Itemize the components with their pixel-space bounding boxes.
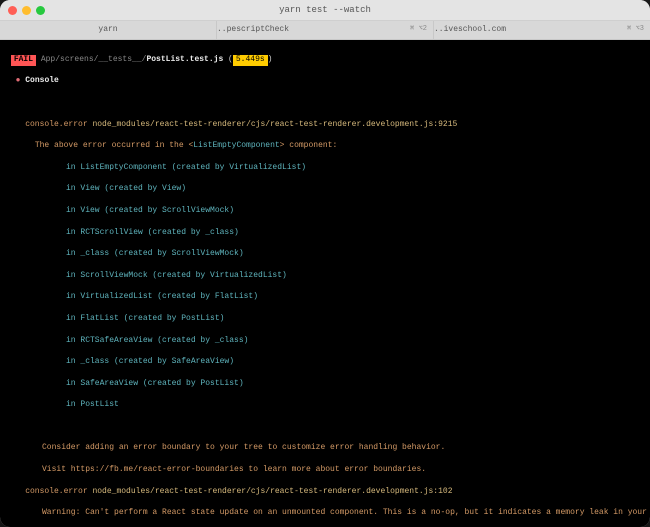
console-label: Console bbox=[25, 76, 59, 85]
stack-line: in FlatList (created by PostList) bbox=[6, 314, 644, 325]
tab-label: ..iveschool.com bbox=[434, 25, 506, 36]
warning-line: Warning: Can't perform a React state upd… bbox=[6, 508, 644, 519]
test-duration-badge: 5.449s bbox=[233, 55, 268, 66]
stack-line: in _class (created by SafeAreaView) bbox=[6, 357, 644, 368]
tab-iveschool[interactable]: ..iveschool.com ⌘ ⌥3 bbox=[434, 21, 650, 39]
console-error-src: console.error node_modules/react-test-re… bbox=[6, 487, 644, 498]
tab-yarn[interactable]: yarn bbox=[0, 21, 217, 39]
fail-line: FAIL App/screens/__tests__/PostList.test… bbox=[6, 55, 644, 66]
stack-line: in ListEmptyComponent (created by Virtua… bbox=[6, 163, 644, 174]
stack-line: in View (created by ScrollViewMock) bbox=[6, 206, 644, 217]
stack-line: in RCTSafeAreaView (created by _class) bbox=[6, 336, 644, 347]
terminal-output[interactable]: FAIL App/screens/__tests__/PostList.test… bbox=[0, 40, 650, 527]
fail-path: App/screens/__tests__/ bbox=[36, 55, 146, 64]
stack-line: in View (created by View) bbox=[6, 184, 644, 195]
error-hint: Visit https://fb.me/react-error-boundari… bbox=[6, 465, 644, 476]
stack-line: in SafeAreaView (created by PostList) bbox=[6, 379, 644, 390]
tab-label: ..pescriptCheck bbox=[217, 25, 289, 36]
console-error-file: node_modules/react-test-renderer/cjs/rea… bbox=[92, 120, 457, 129]
tab-kbd: ⌘ ⌥2 bbox=[410, 25, 433, 34]
error-hint: Consider adding an error boundary to you… bbox=[6, 443, 644, 454]
stack-line: in RCTScrollView (created by _class) bbox=[6, 228, 644, 239]
tab-pescriptcheck[interactable]: ..pescriptCheck ⌘ ⌥2 bbox=[217, 21, 434, 39]
tab-label: yarn bbox=[98, 25, 117, 36]
console-header: ● Console bbox=[6, 76, 644, 87]
console-error-src: console.error node_modules/react-test-re… bbox=[6, 120, 644, 131]
tab-kbd-hint: ⌘ ⌥2 bbox=[410, 25, 427, 34]
window-title: yarn test --watch bbox=[0, 4, 650, 16]
stack-line: in PostList bbox=[6, 400, 644, 411]
tab-kbd-hint: ⌘ ⌥3 bbox=[627, 25, 644, 34]
console-error-label: console.error bbox=[25, 120, 87, 129]
titlebar: yarn test --watch bbox=[0, 0, 650, 21]
error-context: The above error occurred in the <ListEmp… bbox=[6, 141, 644, 152]
tabbar: yarn ..pescriptCheck ⌘ ⌥2 ..iveschool.co… bbox=[0, 21, 650, 40]
fail-badge: FAIL bbox=[11, 55, 36, 66]
stack-line: in ScrollViewMock (created by Virtualize… bbox=[6, 271, 644, 282]
tab-kbd: ⌘ ⌥3 bbox=[627, 25, 650, 34]
fail-file: PostList.test.js bbox=[146, 55, 223, 64]
stack-line: in _class (created by ScrollViewMock) bbox=[6, 249, 644, 260]
terminal-window: yarn test --watch yarn ..pescriptCheck ⌘… bbox=[0, 0, 650, 527]
stack-line: in VirtualizedList (created by FlatList) bbox=[6, 292, 644, 303]
